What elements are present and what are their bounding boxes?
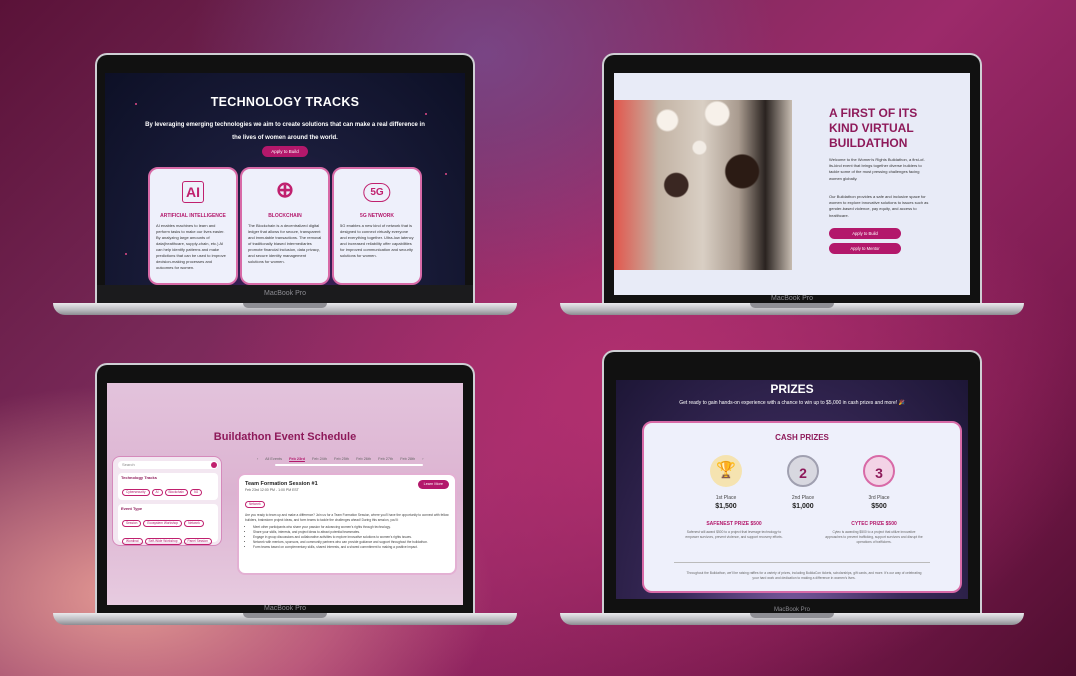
- page-title: TECHNOLOGY TRACKS: [210, 95, 360, 109]
- track-title: ARTIFICIAL INTELLIGENCE: [160, 213, 226, 219]
- tab-day[interactable]: Feb 25th: [334, 457, 349, 461]
- cash-prizes-panel: CASH PRIZES 🏆 2 3 1st Place 2nd Place 3r…: [642, 421, 962, 593]
- session-description: Are you ready to team up and make a diff…: [245, 513, 449, 522]
- laptop-notch: [243, 613, 327, 618]
- session-bullets: Meet other participants who share your p…: [245, 525, 449, 550]
- filter-label: Event Type: [121, 506, 143, 511]
- medal-3-icon: 3: [863, 455, 895, 487]
- track-card-5g[interactable]: 5G 5G NETWORK 5G enables a new kind of n…: [332, 167, 422, 285]
- laptop-buildathon: A FIRST OF ITS KIND VIRTUAL BUILDATHON W…: [560, 53, 1024, 327]
- intro-paragraph: Welcome to the Women's Rights Buildathon…: [829, 157, 925, 181]
- day-tabs: ‹ All Events Feb 23rd Feb 24th Feb 25th …: [257, 457, 457, 461]
- session-card: Team Formation Session #1 Feb 23rd 12:00…: [237, 473, 457, 575]
- learn-more-button[interactable]: Learn More: [417, 480, 449, 489]
- schedule-title: Buildathon Event Schedule: [213, 431, 357, 443]
- filter-tag[interactable]: Network: [184, 520, 204, 527]
- laptop-prizes: PRIZES Get ready to gain hands-on experi…: [560, 350, 1024, 637]
- laptop-schedule: Buildathon Event Schedule Search Technol…: [53, 363, 517, 637]
- hero-photo: [614, 100, 792, 270]
- track-card-blockchain[interactable]: ⊕ BLOCKCHAIN The Blockchain is a decentr…: [240, 167, 330, 285]
- tab-day[interactable]: Feb 23rd: [289, 457, 305, 461]
- medal-2-icon: 2: [787, 455, 819, 487]
- filter-tag[interactable]: Wordinal: [122, 538, 143, 545]
- track-description: 5G enables a new kind of network that is…: [340, 223, 414, 258]
- prize-amount: $500: [871, 503, 887, 510]
- prizes-title: PRIZES: [770, 382, 814, 396]
- laptop-notch: [243, 303, 327, 308]
- filter-tag[interactable]: Self-Wide Workshop: [144, 538, 182, 545]
- prize-amount: $1,000: [792, 503, 814, 510]
- 5g-cloud-icon: 5G: [363, 183, 391, 202]
- laptop-notch: [750, 303, 834, 308]
- apply-to-build-button[interactable]: Apply to Build: [262, 146, 308, 157]
- filter-tag[interactable]: AI: [151, 489, 163, 496]
- filter-tag[interactable]: Session: [122, 520, 142, 527]
- track-description: AI enables machines to learn and perform…: [156, 223, 226, 270]
- filter-tag[interactable]: Panel Session: [183, 538, 212, 545]
- device-label: MacBook Pro: [97, 285, 473, 303]
- laptop-notch: [750, 613, 834, 618]
- hero-title: A FIRST OF ITS KIND VIRTUAL BUILDATHON: [829, 106, 918, 150]
- tab-next-icon[interactable]: ›: [422, 457, 423, 461]
- apply-to-build-button[interactable]: Apply to Build: [829, 228, 901, 239]
- special-prize-title: SAFENEST PRIZE $500: [706, 521, 762, 527]
- screen-tech-tracks: TECHNOLOGY TRACKS By leveraging emerging…: [105, 73, 465, 285]
- tab-day[interactable]: Feb 24th: [312, 457, 327, 461]
- special-prize-description: Cytec is awarding $500 to a project that…: [825, 530, 923, 544]
- tab-scrollbar[interactable]: [275, 464, 423, 466]
- track-title: 5G NETWORK: [360, 213, 394, 219]
- filter-tag[interactable]: Ecosystem Workshop: [143, 520, 183, 527]
- bullet-item: Form teams based on complementary skills…: [253, 545, 449, 550]
- place-label: 2nd Place: [791, 495, 815, 501]
- place-label: 1st Place: [715, 495, 737, 501]
- cash-prizes-title: CASH PRIZES: [775, 433, 829, 442]
- tab-day[interactable]: Feb 27th: [378, 457, 393, 461]
- track-description: The Blockchain is a decentralized digita…: [248, 223, 322, 264]
- tab-all[interactable]: All Events: [265, 457, 282, 461]
- tab-prev-icon[interactable]: ‹: [257, 457, 258, 461]
- ai-chip-icon: AI: [182, 181, 204, 203]
- screen-schedule: Buildathon Event Schedule Search Technol…: [107, 383, 463, 605]
- type-filter: Event Type Session Ecosystem Workshop Netw…: [118, 504, 218, 545]
- prizes-footer: Throughout the Buildathon, we'll be rais…: [686, 571, 922, 580]
- filter-panel: Search Technology Tracks Cybersecurity AI…: [112, 456, 222, 546]
- page-subtitle: By leveraging emerging technologies we a…: [145, 122, 425, 141]
- screen-prizes: PRIZES Get ready to gain hands-on experi…: [616, 380, 968, 599]
- filter-label: Technology Tracks: [121, 475, 157, 480]
- mission-paragraph: Our Buildathon provides a safe and inclu…: [829, 194, 929, 218]
- tab-day[interactable]: Feb 28th: [400, 457, 415, 461]
- special-prize-description: Safenest will award $500 to a project th…: [685, 530, 783, 539]
- search-input[interactable]: Search: [118, 461, 218, 469]
- showcase-background: TECHNOLOGY TRACKS By leveraging emerging…: [0, 0, 1076, 676]
- divider: [674, 562, 930, 563]
- filter-tag[interactable]: 5G: [189, 489, 203, 496]
- search-icon[interactable]: [211, 462, 217, 468]
- apply-to-mentor-button[interactable]: Apply to Mentor: [829, 243, 901, 254]
- session-time: Feb 23rd 12:00 PM - 1:00 PM EST: [245, 488, 299, 492]
- place-label: 3rd Place: [868, 495, 890, 501]
- track-title: BLOCKCHAIN: [268, 213, 302, 219]
- screen-buildathon: A FIRST OF ITS KIND VIRTUAL BUILDATHON W…: [614, 73, 970, 295]
- tab-day[interactable]: Feb 26th: [356, 457, 371, 461]
- globe-network-icon: ⊕: [275, 177, 295, 202]
- prizes-subtitle: Get ready to gain hands-on experience wi…: [679, 400, 905, 406]
- device-label: MacBook Pro: [97, 605, 473, 613]
- laptop-tech-tracks: TECHNOLOGY TRACKS By leveraging emerging…: [53, 53, 517, 327]
- prize-amount: $1,500: [715, 503, 737, 510]
- track-card-ai[interactable]: AI ARTIFICIAL INTELLIGENCE AI enables ma…: [148, 167, 238, 285]
- session-tag: Network: [245, 501, 265, 508]
- trophy-icon: 🏆: [710, 455, 742, 487]
- device-label: MacBook Pro: [604, 295, 980, 303]
- filter-tag[interactable]: Cybersecurity: [122, 489, 150, 496]
- special-prize-title: CYTEC PRIZE $500: [851, 521, 897, 527]
- filter-tag[interactable]: Blockchain: [164, 489, 188, 496]
- tracks-filter: Technology Tracks Cybersecurity AI Blockch…: [118, 473, 218, 514]
